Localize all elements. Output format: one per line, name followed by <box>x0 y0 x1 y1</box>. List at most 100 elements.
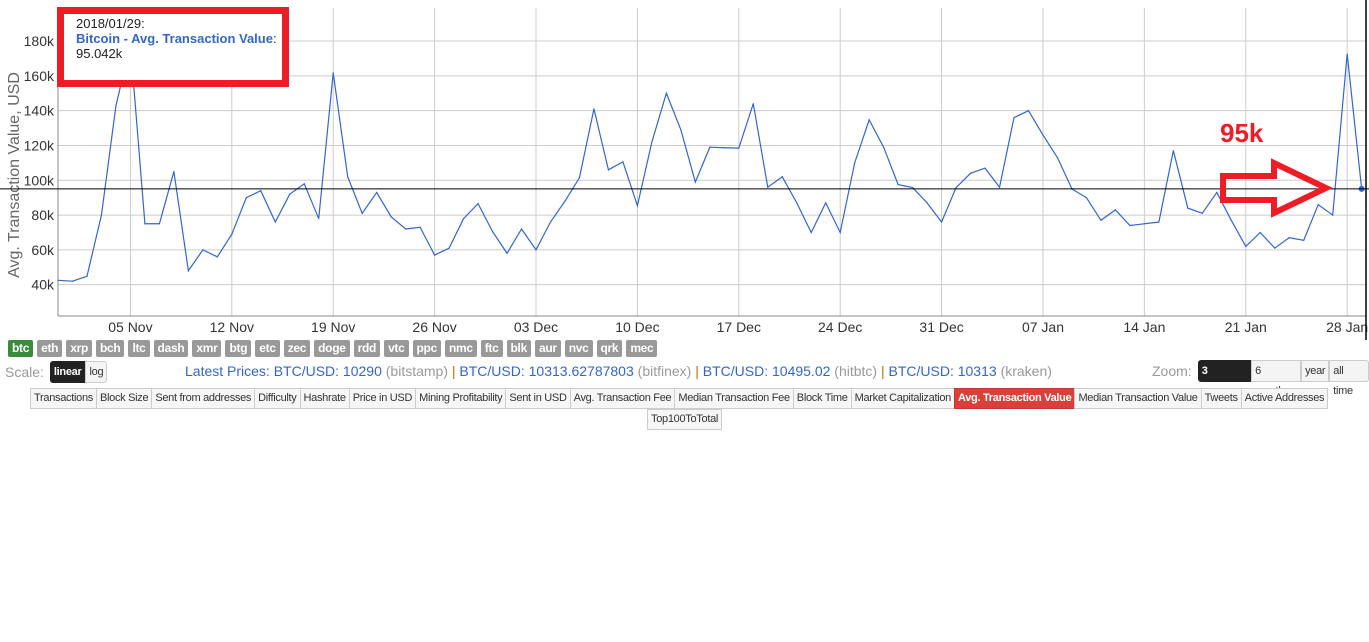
coin-button-ppc[interactable]: ppc <box>412 340 441 357</box>
data-point <box>1187 207 1189 209</box>
data-point <box>144 223 146 225</box>
data-point <box>245 197 247 199</box>
data-point <box>1027 110 1030 112</box>
data-point <box>955 186 957 189</box>
data-point <box>332 72 334 74</box>
coin-button-btc[interactable]: btc <box>8 340 34 357</box>
metric-tabs-row-2: Top100ToTotal <box>647 409 723 430</box>
scale-linear-button[interactable]: linear <box>49 361 86 383</box>
data-point <box>274 221 276 223</box>
y-axis-label: Avg. Transaction Value, USD <box>6 72 23 278</box>
data-point <box>289 193 291 195</box>
coin-button-aur[interactable]: aur <box>534 340 561 357</box>
coin-button-nvc[interactable]: nvc <box>564 340 593 357</box>
data-point <box>1346 53 1348 55</box>
tab-hashrate[interactable]: Hashrate <box>299 388 350 409</box>
coin-button-qrk[interactable]: qrk <box>596 340 623 357</box>
tab-top100tototal[interactable]: Top100ToTotal <box>647 409 723 430</box>
data-point <box>347 176 349 178</box>
data-point <box>709 146 711 148</box>
coin-button-zec[interactable]: zec <box>283 340 311 357</box>
tab-avg-transaction-value[interactable]: Avg. Transaction Value <box>954 388 1076 409</box>
coin-button-ltc[interactable]: ltc <box>128 340 150 357</box>
coin-button-btg[interactable]: btg <box>225 340 252 357</box>
tab-price-in-usd[interactable]: Price in USD <box>348 388 417 409</box>
tab-difficulty[interactable]: Difficulty <box>254 388 301 409</box>
data-point <box>1114 209 1117 211</box>
data-point <box>1303 239 1305 241</box>
data-point <box>781 176 783 178</box>
tab-active-addresses[interactable]: Active Addresses <box>1240 388 1329 409</box>
data-point <box>1274 247 1276 249</box>
tab-mining-profitability[interactable]: Mining Profitability <box>415 388 507 409</box>
data-point <box>912 186 914 189</box>
tab-block-time[interactable]: Block Time <box>792 388 852 409</box>
zoom-6-months[interactable]: 6 months <box>1251 360 1302 397</box>
tab-sent-from-addresses[interactable]: Sent from addresses <box>151 388 256 409</box>
data-point <box>825 202 827 204</box>
x-tick-label: 10 Dec <box>615 319 659 335</box>
coin-button-etc[interactable]: etc <box>255 340 280 357</box>
price-separator: | <box>448 363 460 379</box>
data-point <box>1085 197 1088 199</box>
y-tick-label: 140k <box>24 103 55 119</box>
scale-control: Scale: linear log <box>5 361 108 383</box>
data-point <box>520 228 523 230</box>
data-point <box>651 141 653 143</box>
coin-button-ftc[interactable]: ftc <box>480 340 503 357</box>
coin-button-mec[interactable]: mec <box>626 340 658 357</box>
x-tick-label: 19 Nov <box>311 319 355 335</box>
price-exchange[interactable]: (hitbtc) <box>834 363 877 379</box>
tab-market-capitalization[interactable]: Market Capitalization <box>850 388 955 409</box>
data-point <box>998 186 1001 188</box>
data-point <box>796 202 798 204</box>
data-point <box>622 161 624 163</box>
coin-button-dash[interactable]: dash <box>153 340 189 357</box>
zoom-control: Zoom: 3 months 6 months year all time <box>1152 360 1369 397</box>
prices-label: Latest Prices: <box>185 363 274 379</box>
x-tick-label: 03 Dec <box>514 319 558 335</box>
price-exchange[interactable]: (kraken) <box>1001 363 1052 379</box>
coin-button-doge[interactable]: doge <box>314 340 350 357</box>
zoom-3-months[interactable]: 3 months <box>1197 360 1252 397</box>
data-point <box>897 184 899 186</box>
price-exchange[interactable]: (bitstamp) <box>386 363 448 379</box>
price-exchange[interactable]: (bitfinex) <box>638 363 692 379</box>
y-tick-label: 60k <box>31 242 55 258</box>
tab-median-transaction-fee[interactable]: Median Transaction Fee <box>674 388 794 409</box>
y-axis-ticks: 40k 60k 80k 100k 120k 140k 160k 180k <box>24 33 55 293</box>
coin-button-eth[interactable]: eth <box>37 340 63 357</box>
data-point <box>636 205 639 207</box>
data-point <box>1259 231 1261 234</box>
tab-tweets[interactable]: Tweets <box>1200 388 1242 409</box>
coin-button-xrp[interactable]: xrp <box>66 340 92 357</box>
data-point <box>984 167 986 169</box>
coin-selector: btc eth xrp bch ltc dash xmr btg etc zec doge rdd vt… <box>8 340 658 357</box>
coin-button-vtc[interactable]: vtc <box>384 340 409 357</box>
data-point <box>187 270 189 272</box>
data-point <box>318 217 320 220</box>
data-point <box>810 231 812 234</box>
tab-median-transaction-value[interactable]: Median Transaction Value <box>1074 388 1202 409</box>
tab-sent-in-usd[interactable]: Sent in USD <box>505 388 571 409</box>
coin-button-bch[interactable]: bch <box>96 340 125 357</box>
zoom-year[interactable]: year <box>1301 360 1330 382</box>
tab-transactions[interactable]: Transactions <box>30 388 97 409</box>
data-point <box>260 190 262 192</box>
tab-block-size[interactable]: Block Size <box>95 388 153 409</box>
arrow-icon <box>1220 158 1333 218</box>
coin-button-xmr[interactable]: xmr <box>192 340 222 357</box>
data-point <box>419 226 421 228</box>
coin-button-nmc[interactable]: nmc <box>444 340 477 357</box>
zoom-all-time[interactable]: all time <box>1329 360 1369 397</box>
tab-avg-transaction-fee[interactable]: Avg. Transaction Fee <box>569 388 676 409</box>
latest-prices: Latest Prices: BTC/USD: 10290 (bitstamp)… <box>185 363 1052 379</box>
data-point <box>1129 224 1131 227</box>
scale-log-button[interactable]: log <box>85 361 108 383</box>
coin-button-rdd[interactable]: rdd <box>353 340 381 357</box>
coin-button-blk[interactable]: blk <box>506 340 531 357</box>
metric-tabs: Transactions Block Size Sent from addresse… <box>30 388 1329 409</box>
data-point <box>665 92 667 94</box>
y-tick-label: 120k <box>24 137 55 153</box>
data-point <box>694 181 696 183</box>
